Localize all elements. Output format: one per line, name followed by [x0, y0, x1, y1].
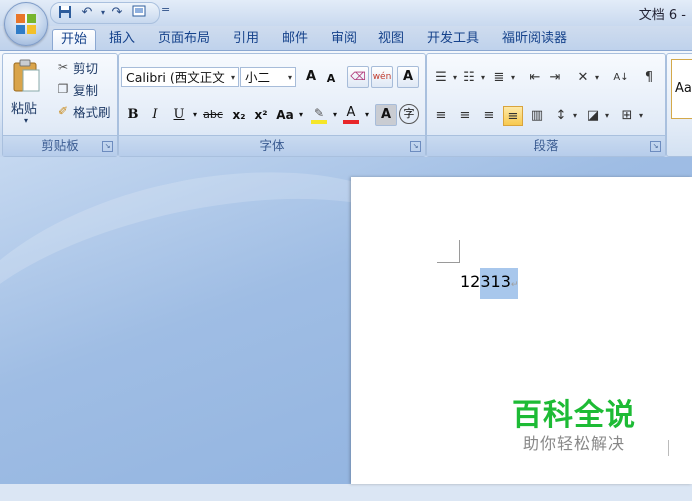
- clipboard-launcher-icon[interactable]: ↘: [102, 141, 113, 152]
- save-icon[interactable]: [57, 5, 73, 21]
- paste-icon[interactable]: [11, 58, 41, 94]
- line-spacing-dropdown-icon[interactable]: ▾: [565, 106, 585, 126]
- print-preview-icon[interactable]: [131, 5, 147, 21]
- font-color-dropdown-icon[interactable]: ▾: [357, 105, 377, 125]
- margin-corner-mark: [437, 240, 460, 263]
- quick-access-toolbar: ↶ ▾ ↷: [50, 2, 160, 24]
- tab-foxit-reader[interactable]: 福昕阅读器: [494, 29, 575, 49]
- copy-icon: ❐: [57, 82, 69, 96]
- document-text[interactable]: 12313↵: [460, 268, 519, 299]
- phonetic-guide-button[interactable]: wén: [371, 66, 393, 88]
- font-group-label: 字体: [119, 135, 425, 156]
- align-center-icon[interactable]: ≡: [455, 106, 475, 126]
- clear-format-button[interactable]: ⌫: [347, 66, 369, 88]
- font-name-combo[interactable]: Calibri (西文正文 ▾: [121, 67, 239, 87]
- strikethrough-button[interactable]: abc: [203, 105, 223, 125]
- font-color-letter: A: [346, 105, 356, 120]
- format-painter-label: 格式刷: [73, 104, 111, 120]
- paragraph-group: ☰ ▾ ☷ ▾ ≣ ▾ ⇤ ⇥ ✕ ▾ A↓ ¶ ≡ ≡ ≡ ≡ ▥ ↕ ▾ ◪…: [426, 53, 666, 157]
- superscript-button[interactable]: x²: [251, 105, 271, 125]
- character-shading-button[interactable]: A: [375, 104, 397, 126]
- style-sample: Aa: [675, 81, 692, 96]
- font-launcher-icon[interactable]: ↘: [410, 141, 421, 152]
- ribbon: 粘贴 ▾ ✂ 剪切 ❐ 复制 ✐ 格式刷 剪贴板 ↘ Calibri (西文正文…: [0, 50, 692, 158]
- document-text-selected[interactable]: 313↵: [480, 268, 519, 299]
- justify-icon[interactable]: ≡: [503, 106, 523, 126]
- tab-view[interactable]: 视图: [370, 29, 412, 49]
- paste-button[interactable]: 粘贴: [11, 98, 37, 117]
- character-border-button[interactable]: A: [397, 66, 419, 88]
- font-group: Calibri (西文正文 ▾ 小二 ▾ A A ⌫ wén A B I U ▾…: [118, 53, 426, 157]
- sort-icon[interactable]: A↓: [611, 68, 631, 88]
- watermark-title: 百科全说: [512, 398, 636, 433]
- document-text-plain: 12: [460, 272, 481, 291]
- qat-customize-icon[interactable]: =: [161, 3, 170, 16]
- copy-label: 复制: [73, 82, 99, 98]
- document-page[interactable]: [351, 177, 692, 484]
- font-size-value: 小二: [245, 70, 271, 85]
- clipboard-group-label: 剪贴板: [3, 135, 117, 156]
- distributed-icon[interactable]: ▥: [527, 106, 547, 126]
- font-name-value: Calibri (西文正文: [126, 70, 225, 85]
- grow-font-button[interactable]: A: [301, 67, 321, 87]
- office-button[interactable]: [4, 2, 48, 46]
- selected-text: 313: [480, 272, 511, 291]
- decrease-indent-icon[interactable]: ⇤: [525, 68, 545, 88]
- watermark-subtitle: 助你轻松解决: [523, 434, 626, 453]
- tab-home[interactable]: 开始: [52, 29, 97, 50]
- shading-dropdown-icon[interactable]: ▾: [597, 106, 617, 126]
- cut-button[interactable]: ✂ 剪切: [55, 58, 98, 76]
- chevron-down-icon: ▾: [230, 73, 235, 82]
- increase-indent-icon[interactable]: ⇥: [545, 68, 565, 88]
- tab-mailings[interactable]: 邮件: [274, 29, 316, 49]
- borders-dropdown-icon[interactable]: ▾: [631, 106, 651, 126]
- chevron-down-icon: ▾: [287, 73, 292, 82]
- font-size-combo[interactable]: 小二 ▾: [240, 67, 296, 87]
- tab-review[interactable]: 审阅: [323, 29, 365, 49]
- ribbon-tab-bar: 开始 插入 页面布局 引用 邮件 审阅 视图 开发工具 福昕阅读器: [0, 26, 692, 50]
- office-logo-icon: [16, 14, 36, 34]
- tab-developer[interactable]: 开发工具: [419, 29, 487, 49]
- paragraph-launcher-icon[interactable]: ↘: [650, 141, 661, 152]
- change-case-dropdown-icon[interactable]: ▾: [291, 105, 311, 125]
- multilevel-dropdown-icon[interactable]: ▾: [503, 68, 523, 88]
- scissors-icon: ✂: [57, 60, 69, 74]
- tab-insert[interactable]: 插入: [101, 29, 143, 49]
- tab-references[interactable]: 引用: [225, 29, 267, 49]
- chinese-layout-dropdown-icon[interactable]: ▾: [587, 68, 607, 88]
- tab-page-layout[interactable]: 页面布局: [150, 29, 218, 49]
- clipboard-group: 粘贴 ▾ ✂ 剪切 ❐ 复制 ✐ 格式刷 剪贴板 ↘: [2, 53, 118, 157]
- redo-icon[interactable]: ↷: [109, 5, 125, 21]
- enclose-characters-button[interactable]: 字: [399, 104, 419, 124]
- copy-button[interactable]: ❐ 复制: [55, 80, 98, 98]
- align-left-icon[interactable]: ≡: [431, 106, 451, 126]
- paragraph-group-label: 段落: [427, 135, 665, 156]
- brush-icon: ✐: [57, 104, 69, 118]
- underline-dropdown-icon[interactable]: ▾: [185, 105, 205, 125]
- undo-icon[interactable]: ↶: [79, 5, 95, 21]
- shrink-font-button[interactable]: A: [321, 69, 341, 89]
- paste-dropdown-icon[interactable]: ▾: [24, 116, 28, 125]
- page-edge-tick: [668, 440, 669, 456]
- bold-button[interactable]: B: [123, 105, 143, 125]
- cut-label: 剪切: [73, 60, 99, 76]
- subscript-button[interactable]: x₂: [229, 105, 249, 125]
- align-right-icon[interactable]: ≡: [479, 106, 499, 126]
- highlighter-icon: ✎: [313, 106, 325, 120]
- window-title: 文档 6 -: [638, 8, 686, 23]
- italic-button[interactable]: I: [145, 105, 165, 125]
- show-marks-icon[interactable]: ¶: [639, 68, 659, 88]
- style-gallery-item[interactable]: Aa: [671, 59, 692, 119]
- format-painter-button[interactable]: ✐ 格式刷: [55, 102, 111, 120]
- paragraph-mark: ↵: [510, 280, 519, 290]
